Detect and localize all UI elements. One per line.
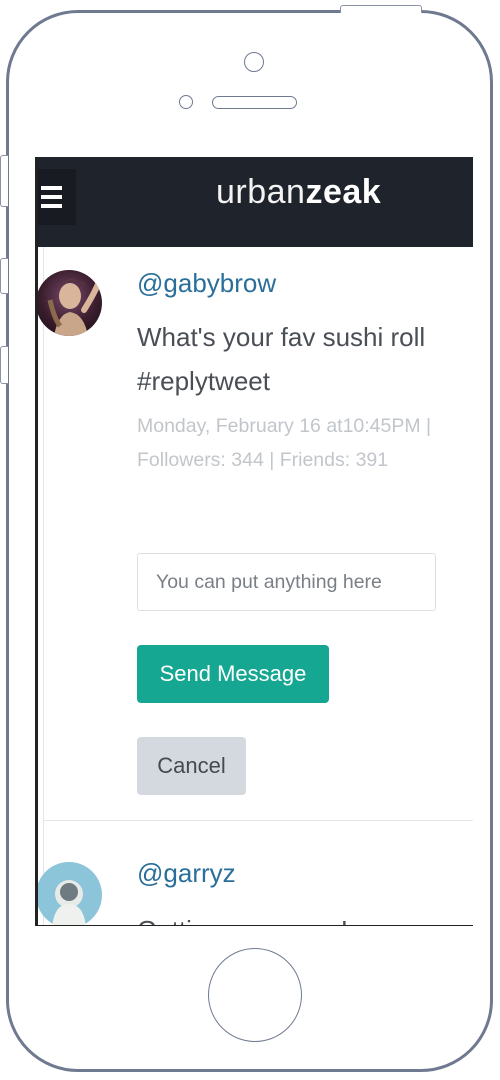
tweet-feed: @gabybrow What's your fav sushi roll #re…: [38, 247, 473, 925]
tweet-meta: Monday, February 16 at10:45PM | Follower…: [137, 415, 432, 471]
tweet-card: @garryz Getting a new car!: [38, 822, 473, 925]
logo-text-bold: zeak: [305, 173, 382, 211]
mute-switch: [0, 155, 8, 207]
logo-text-light: urban: [216, 173, 306, 211]
tweet-handle[interactable]: @gabybrow: [137, 268, 276, 299]
top-bar: urbanzeak: [38, 157, 473, 247]
avatar[interactable]: [38, 270, 102, 336]
home-button[interactable]: [208, 948, 302, 1042]
tweet-text: Getting a new car!: [137, 908, 427, 925]
cancel-button[interactable]: Cancel: [137, 737, 246, 795]
reply-input[interactable]: [137, 553, 436, 611]
hamburger-menu-icon[interactable]: [38, 169, 76, 225]
app-logo: urbanzeak: [216, 173, 381, 212]
proximity-sensor: [179, 95, 193, 109]
volume-down-button: [0, 346, 8, 384]
app-screen: urbanzeak @gabybrow What's your fav sush…: [35, 157, 473, 926]
tweet-text: What's your fav sushi roll #replytweet: [137, 322, 426, 396]
earpiece-speaker: [212, 96, 297, 109]
send-message-button[interactable]: Send Message: [137, 645, 329, 703]
tweet-card: @gabybrow What's your fav sushi roll #re…: [38, 247, 473, 821]
power-button: [340, 5, 422, 13]
tweet-handle[interactable]: @garryz: [137, 858, 236, 889]
avatar[interactable]: [38, 862, 102, 925]
volume-up-button: [0, 258, 8, 294]
front-camera: [244, 52, 264, 72]
